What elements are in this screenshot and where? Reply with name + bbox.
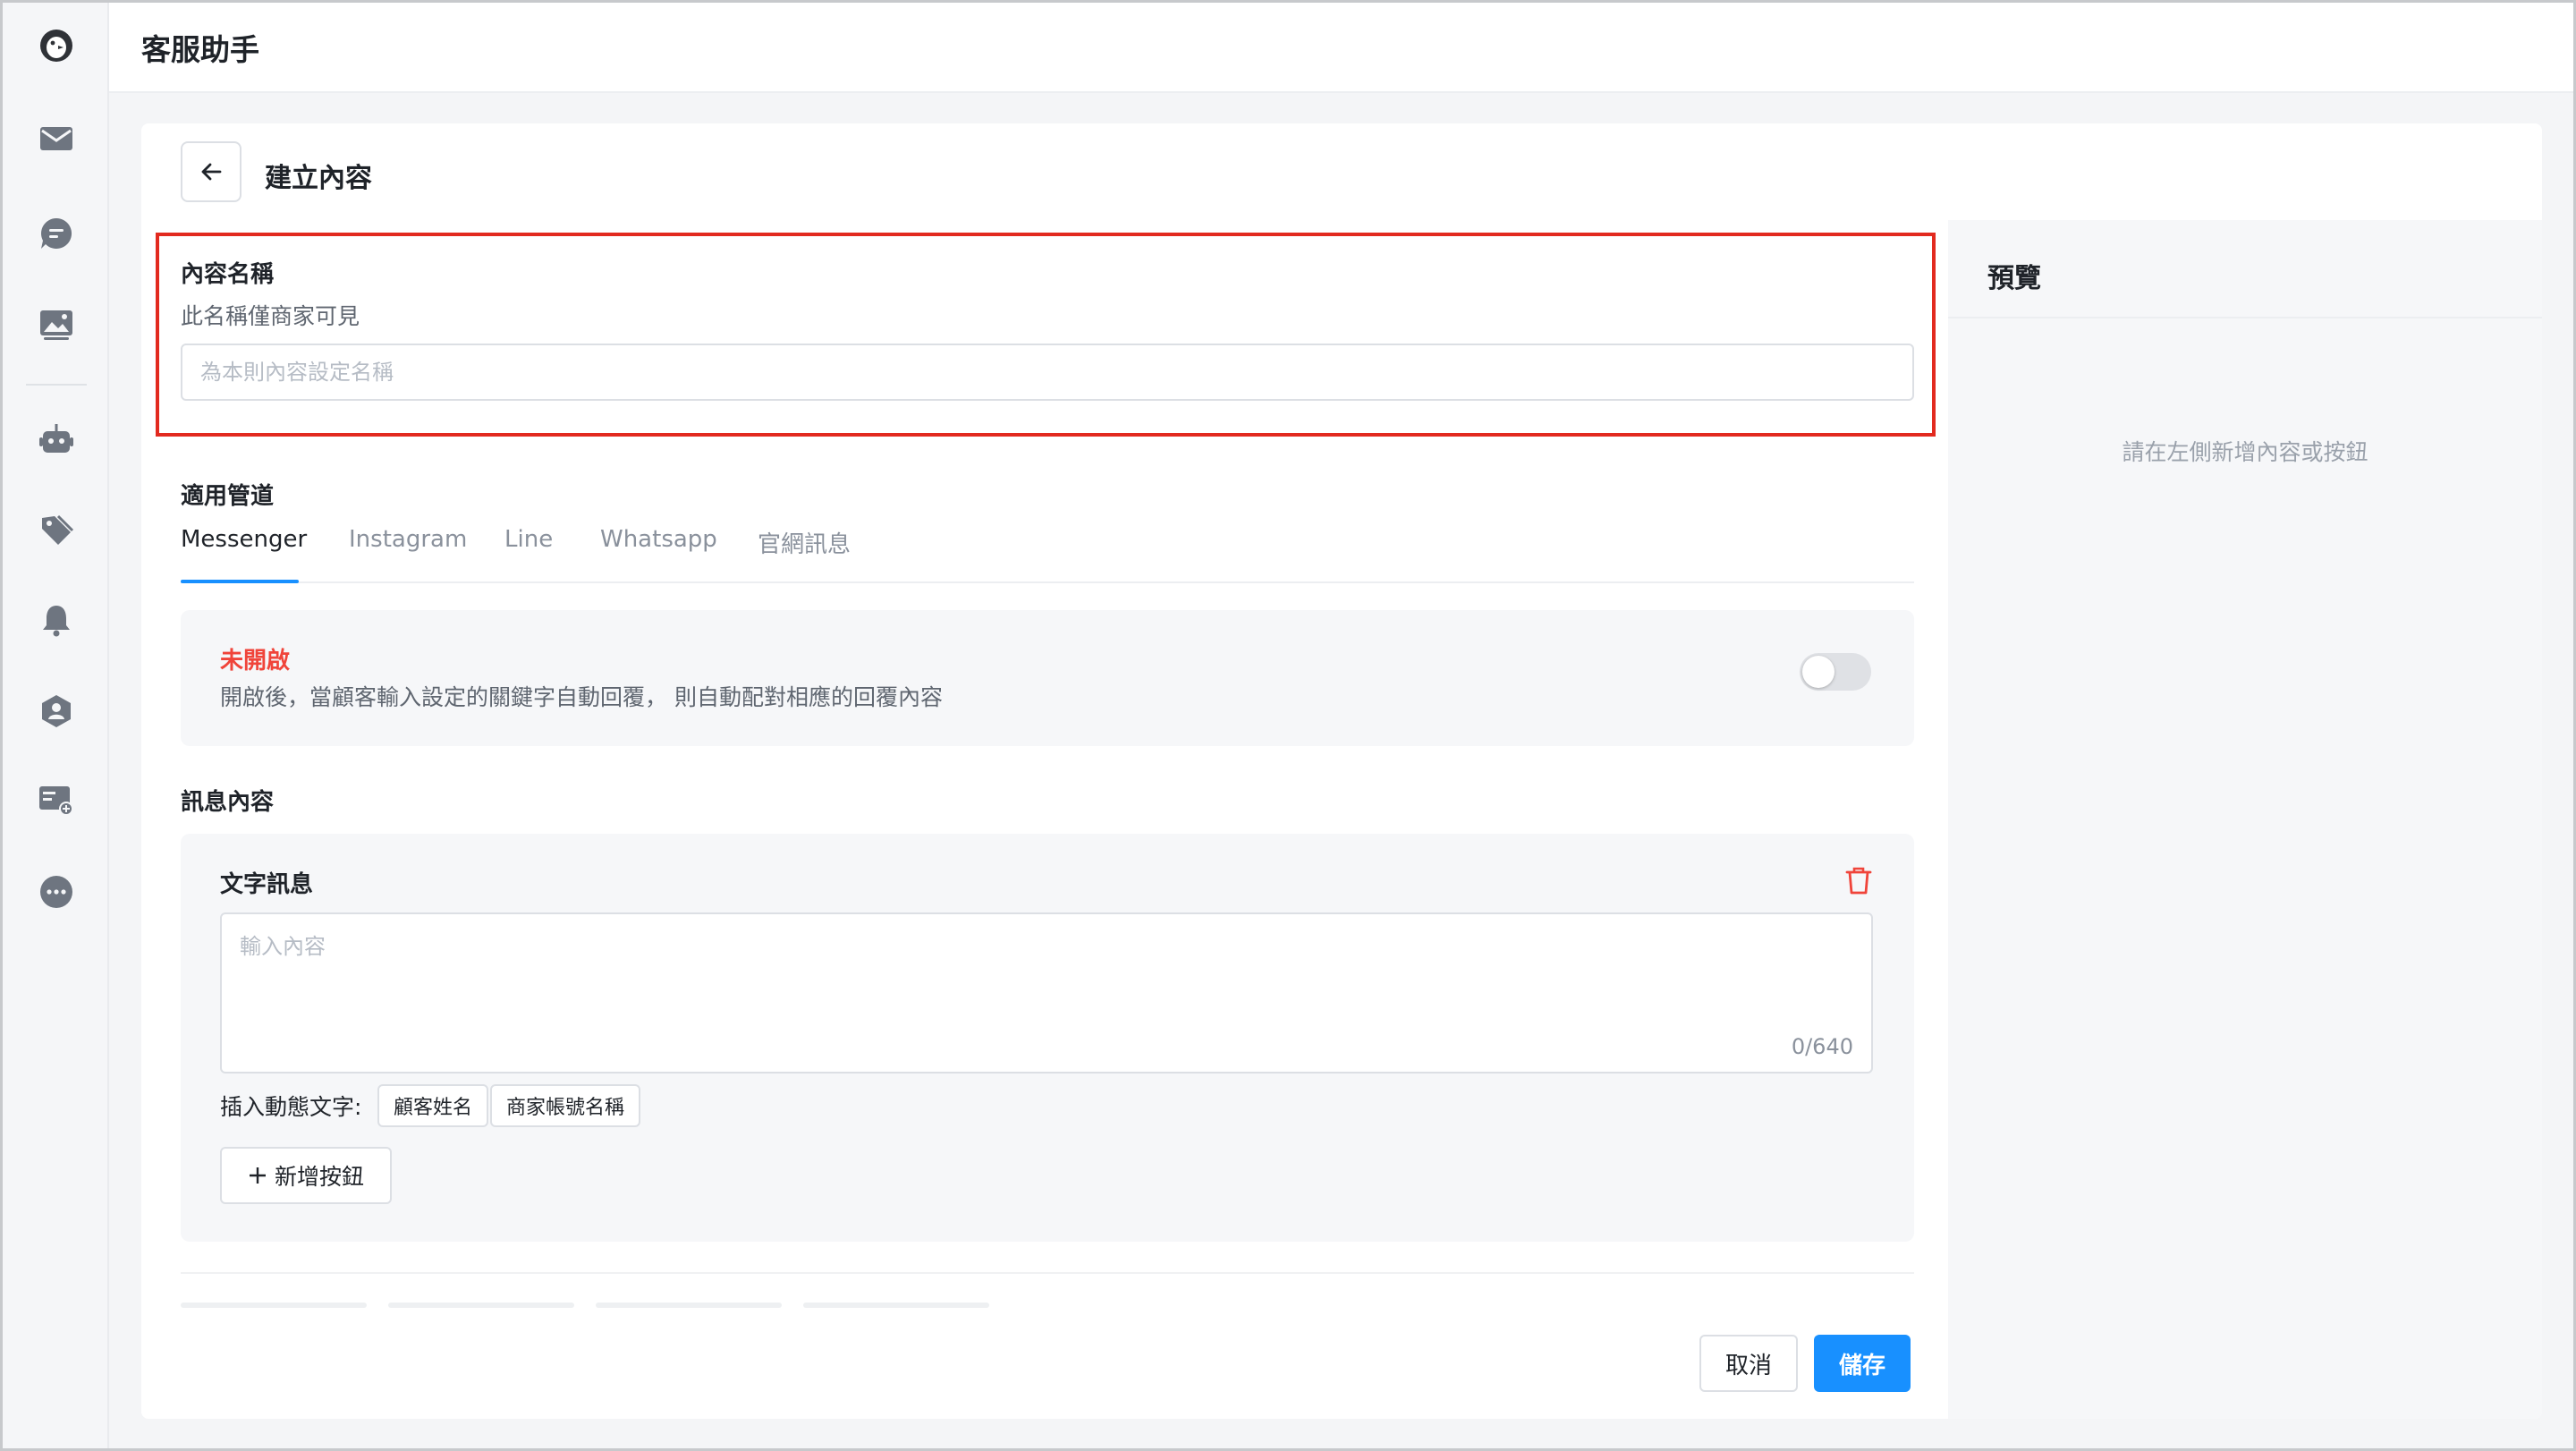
message-placeholder: 輸入內容 [240, 934, 326, 959]
page-title: 建立內容 [265, 163, 372, 194]
preview-empty-text: 請在左側新增內容或按鈕 [2122, 439, 2368, 465]
keyword-status: 未開啟 [220, 648, 291, 675]
toggle-knob [1802, 656, 1835, 688]
keyword-reply-panel: 未開啟 開啟後，當顧客輸入設定的關鍵字自動回覆， 則自動配對相應的回覆內容 [181, 610, 1914, 746]
content-name-label: 內容名稱 [181, 261, 275, 288]
preview-panel: 預覽 請在左側新增內容或按鈕 [1948, 220, 2542, 1419]
app-title: 客服助手 [141, 32, 259, 67]
active-tab-indicator [181, 580, 299, 583]
tab-whatsapp[interactable]: Whatsapp [600, 526, 717, 553]
tab-instagram[interactable]: Instagram [349, 526, 467, 553]
cancel-button[interactable]: 取消 [1699, 1335, 1798, 1392]
add-button-button[interactable]: 新增按鈕 [220, 1147, 392, 1204]
tab-messenger[interactable]: Messenger [181, 526, 307, 553]
bell-icon[interactable] [37, 600, 76, 640]
tab-website-message[interactable]: 官網訊息 [758, 526, 851, 559]
placeholder-bar [181, 1303, 367, 1308]
channels-label: 適用管道 [181, 483, 275, 510]
card-add-icon[interactable] [37, 781, 76, 820]
more-icon[interactable] [37, 872, 76, 912]
top-header: 客服助手 [109, 3, 2573, 93]
placeholder-bar [803, 1303, 989, 1308]
user-shield-icon[interactable] [37, 692, 76, 731]
placeholder-bar [388, 1303, 574, 1308]
add-button-label: 新增按鈕 [274, 1164, 364, 1190]
arrow-left-icon [201, 163, 222, 181]
message-textarea[interactable]: 輸入內容 0/640 [220, 912, 1873, 1073]
message-section-label: 訊息內容 [181, 789, 275, 816]
plus-icon [249, 1167, 266, 1184]
image-icon[interactable] [37, 305, 76, 344]
content-name-hint: 此名稱僅商家可見 [181, 303, 360, 329]
name-section-highlight [156, 233, 1936, 437]
keyword-description: 開啟後，當顧客輸入設定的關鍵字自動回覆， 則自動配對相應的回覆內容 [220, 684, 943, 710]
content-name-input[interactable] [181, 344, 1914, 401]
sidebar-divider [26, 384, 87, 386]
save-button[interactable]: 儲存 [1814, 1335, 1911, 1392]
chip-customer-name[interactable]: 顧客姓名 [377, 1084, 489, 1127]
chip-merchant-account-name[interactable]: 商家帳號名稱 [490, 1084, 641, 1127]
character-counter: 0/640 [1791, 1034, 1853, 1059]
tag-icon[interactable] [37, 511, 76, 550]
back-button[interactable] [181, 141, 242, 202]
tab-line[interactable]: Line [504, 526, 553, 553]
text-message-title: 文字訊息 [220, 871, 314, 898]
preview-header: 預覽 [1948, 220, 2542, 318]
content-editor-card: 建立內容 預覽 請在左側新增內容或按鈕 內容名稱 此名稱僅商家可見 適用管道 M… [141, 123, 2542, 1419]
insert-dynamic-label: 插入動態文字: [220, 1094, 362, 1120]
text-message-block: 文字訊息 輸入內容 0/640 插入動態文字: 顧客姓名 商家帳號名稱 新增按鈕 [181, 834, 1914, 1242]
chat-icon[interactable] [37, 214, 76, 253]
sidebar [3, 3, 109, 1448]
keyword-toggle[interactable] [1800, 653, 1871, 691]
workspace: 建立內容 預覽 請在左側新增內容或按鈕 內容名稱 此名稱僅商家可見 適用管道 M… [109, 93, 2573, 1448]
section-divider [181, 1272, 1914, 1274]
channel-tabs: Messenger Instagram Line Whatsapp 官網訊息 [181, 526, 1914, 583]
preview-title: 預覽 [1987, 263, 2041, 294]
mail-icon[interactable] [37, 119, 76, 158]
bot-icon[interactable] [37, 420, 76, 459]
placeholder-bar [596, 1303, 782, 1308]
penguin-logo-icon[interactable] [37, 26, 76, 65]
trash-icon[interactable] [1843, 864, 1875, 896]
